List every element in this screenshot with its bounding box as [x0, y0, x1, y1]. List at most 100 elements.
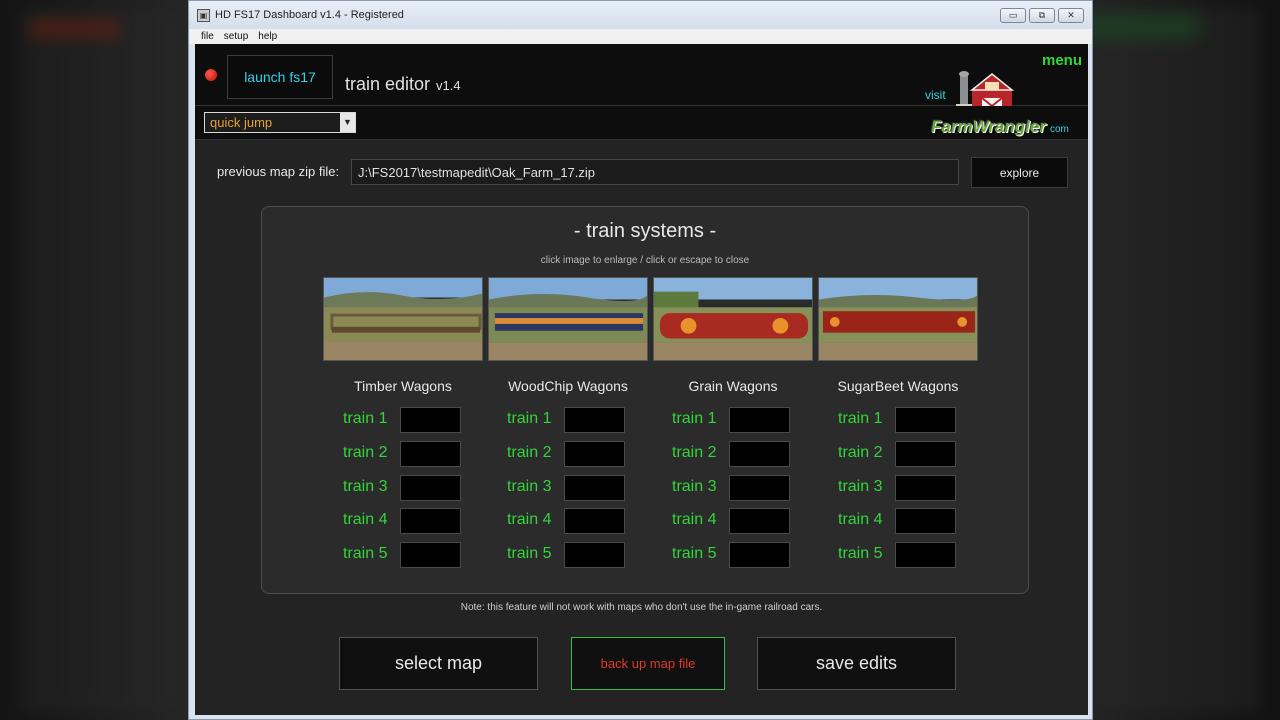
header-bar: launch fs17 train editor v1.4 menu visit [195, 44, 1088, 115]
woodchip-train-row: train 5 [487, 542, 647, 568]
timber-wagons-title: Timber Wagons [354, 378, 452, 394]
grain-train-1-input[interactable] [729, 407, 790, 433]
timber-train-row: train 4 [323, 508, 483, 534]
visit-link[interactable]: visit [925, 88, 946, 102]
woodchip-train-row: train 1 [487, 407, 647, 433]
timber-train-4-input[interactable] [400, 508, 461, 534]
woodchip-train-row: train 4 [487, 508, 647, 534]
sugarbeet-train-5-input[interactable] [895, 542, 956, 568]
grain-wagons-title: Grain Wagons [688, 378, 778, 394]
timber-wagon-image[interactable] [323, 277, 483, 361]
window-controls: ▭ ⧉ ✕ [1000, 7, 1084, 23]
sugarbeet-train-row: train 4 [818, 508, 978, 534]
grain-train-2-input[interactable] [729, 441, 790, 467]
previous-map-input[interactable] [351, 159, 959, 185]
minimize-icon[interactable]: ▭ [1000, 7, 1026, 23]
timber-train-1-input[interactable] [400, 407, 461, 433]
train-label: train 3 [507, 478, 552, 495]
grain-train-3-input[interactable] [729, 475, 790, 501]
train-label: train 1 [838, 410, 883, 427]
launch-fs17-button[interactable]: launch fs17 [227, 55, 333, 99]
chevron-down-icon[interactable]: ▼ [340, 113, 355, 132]
train-label: train 3 [343, 478, 388, 495]
train-label: train 4 [672, 511, 717, 528]
woodchip-train-4-input[interactable] [564, 508, 625, 534]
blurred-background-right [1100, 10, 1260, 710]
grain-wagon-image[interactable] [653, 277, 813, 361]
timber-train-row: train 1 [323, 407, 483, 433]
woodchip-train-3-input[interactable] [564, 475, 625, 501]
train-label: train 1 [507, 410, 552, 427]
woodchip-wagon-image[interactable] [488, 277, 648, 361]
app-icon: ▣ [197, 8, 210, 22]
sugarbeet-train-2-input[interactable] [895, 441, 956, 467]
farmwrangler-logo[interactable]: FarmWrangler [931, 117, 1046, 137]
maximize-icon[interactable]: ⧉ [1029, 7, 1055, 23]
client-area: launch fs17 train editor v1.4 menu visit … [195, 44, 1088, 715]
train-label: train 4 [838, 511, 883, 528]
quick-jump-select[interactable]: quick jump ▼ [204, 112, 356, 133]
sugarbeet-train-4-input[interactable] [895, 508, 956, 534]
app-window: ▣ HD FS17 Dashboard v1.4 - Registered ▭ … [188, 0, 1093, 720]
train-label: train 5 [343, 545, 388, 562]
grain-train-5-input[interactable] [729, 542, 790, 568]
menu-file[interactable]: file [201, 31, 214, 42]
farmwrangler-logo-suffix: com [1050, 124, 1069, 135]
train-label: train 5 [838, 545, 883, 562]
title-bar[interactable]: ▣ HD FS17 Dashboard v1.4 - Registered ▭ … [189, 1, 1092, 29]
back-up-map-file-button[interactable]: back up map file [571, 637, 725, 690]
quickjump-bar: quick jump ▼ FarmWrangler com [195, 106, 1088, 140]
feature-note: Note: this feature will not work with ma… [460, 602, 823, 613]
train-label: train 1 [672, 410, 717, 427]
editor-title-text: train editor [345, 74, 431, 94]
train-label: train 2 [672, 444, 717, 461]
sugarbeet-train-row: train 5 [818, 542, 978, 568]
train-systems-panel: - train systems - click image to enlarge… [261, 206, 1029, 594]
train-label: train 2 [343, 444, 388, 461]
sugarbeet-train-row: train 1 [818, 407, 978, 433]
woodchip-train-2-input[interactable] [564, 441, 625, 467]
grain-train-row: train 2 [652, 441, 812, 467]
menu-bar: file setup help [189, 29, 1092, 44]
train-label: train 4 [507, 511, 552, 528]
close-icon[interactable]: ✕ [1058, 7, 1084, 23]
train-label: train 5 [672, 545, 717, 562]
grain-train-row: train 1 [652, 407, 812, 433]
train-label: train 4 [343, 511, 388, 528]
previous-map-label: previous map zip file: [217, 164, 340, 179]
save-edits-button[interactable]: save edits [757, 637, 956, 690]
timber-train-5-input[interactable] [400, 542, 461, 568]
train-label: train 3 [838, 478, 883, 495]
woodchip-train-1-input[interactable] [564, 407, 625, 433]
timber-train-row: train 2 [323, 441, 483, 467]
panel-title: - train systems - [573, 220, 717, 242]
grain-train-row: train 3 [652, 475, 812, 501]
grain-train-4-input[interactable] [729, 508, 790, 534]
menu-setup[interactable]: setup [224, 31, 248, 42]
status-indicator-icon [205, 69, 217, 81]
train-label: train 2 [838, 444, 883, 461]
blurred-background-left [20, 10, 180, 710]
page-title: train editor v1.4 [345, 74, 461, 95]
grain-train-row: train 5 [652, 542, 812, 568]
sugarbeet-train-1-input[interactable] [895, 407, 956, 433]
sugarbeet-wagon-image[interactable] [818, 277, 978, 361]
sugarbeet-wagons-title: SugarBeet Wagons [837, 378, 959, 394]
timber-train-2-input[interactable] [400, 441, 461, 467]
woodchip-train-5-input[interactable] [564, 542, 625, 568]
woodchip-train-row: train 2 [487, 441, 647, 467]
panel-hint: click image to enlarge / click or escape… [540, 255, 750, 266]
sugarbeet-train-3-input[interactable] [895, 475, 956, 501]
train-label: train 3 [672, 478, 717, 495]
explore-button[interactable]: explore [971, 157, 1068, 188]
train-label: train 2 [507, 444, 552, 461]
quick-jump-value: quick jump [210, 115, 273, 130]
timber-train-3-input[interactable] [400, 475, 461, 501]
grain-train-row: train 4 [652, 508, 812, 534]
sugarbeet-train-row: train 2 [818, 441, 978, 467]
train-label: train 1 [343, 410, 388, 427]
menu-link[interactable]: menu [1042, 52, 1082, 69]
train-label: train 5 [507, 545, 552, 562]
menu-help[interactable]: help [258, 31, 277, 42]
select-map-button[interactable]: select map [339, 637, 538, 690]
